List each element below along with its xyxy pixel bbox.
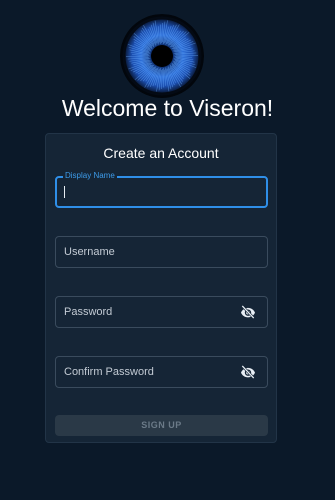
confirm-password-field[interactable]: Confirm Password bbox=[55, 356, 268, 388]
password-label: Password bbox=[64, 306, 113, 318]
display-name-label: Display Name bbox=[63, 171, 117, 181]
visibility-off-icon[interactable] bbox=[240, 305, 256, 319]
display-name-field[interactable]: Display Name bbox=[55, 171, 268, 208]
visibility-off-icon[interactable] bbox=[240, 365, 256, 379]
signup-card: Create an Account Display Name Username … bbox=[45, 133, 277, 443]
username-field[interactable]: Username bbox=[55, 236, 268, 268]
sign-up-button[interactable]: SIGN UP bbox=[55, 415, 268, 436]
welcome-heading: Welcome to Viseron! bbox=[61, 95, 274, 121]
card-title: Create an Account bbox=[103, 145, 219, 161]
password-field[interactable]: Password bbox=[55, 296, 268, 328]
text-caret bbox=[64, 186, 65, 198]
signup-page: Welcome to Viseron! Create an Account Di… bbox=[0, 0, 335, 500]
confirm-password-label: Confirm Password bbox=[64, 366, 154, 378]
viseron-eye-logo bbox=[120, 14, 204, 98]
username-label: Username bbox=[64, 246, 115, 258]
